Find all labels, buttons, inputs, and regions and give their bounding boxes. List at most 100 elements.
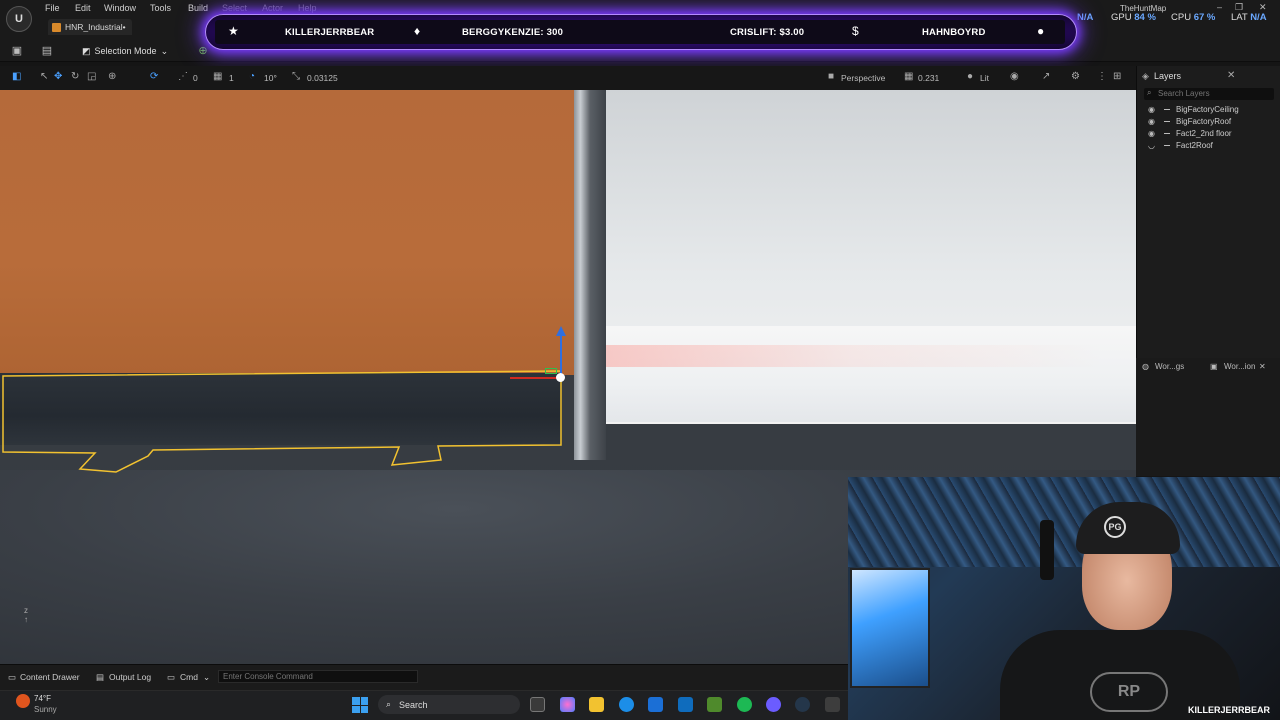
lit-icon[interactable]: ● bbox=[967, 71, 973, 82]
eye-icon[interactable]: ◉ bbox=[1148, 117, 1158, 126]
gizmo-x-axis[interactable] bbox=[510, 377, 560, 379]
shirt-logo: RP bbox=[1090, 672, 1168, 712]
eye-icon[interactable]: ◉ bbox=[1148, 105, 1158, 114]
gizmo-y-axis[interactable] bbox=[545, 368, 557, 374]
add-actor-icon[interactable]: ⊕ bbox=[196, 44, 210, 58]
world-space-icon[interactable]: ⊕ bbox=[108, 71, 116, 82]
layer-item[interactable]: ◉ BigFactoryCeiling bbox=[1148, 103, 1276, 115]
gizmo-z-axis[interactable] bbox=[560, 332, 562, 377]
rotation-snap-value[interactable]: 10° bbox=[264, 73, 277, 83]
layer-label: BigFactoryRoof bbox=[1176, 116, 1232, 126]
weather-temperature[interactable]: 74°F bbox=[34, 694, 51, 703]
close-icon[interactable]: ✕ bbox=[1227, 70, 1235, 81]
tab-world-settings[interactable]: Wor...gs bbox=[1155, 362, 1184, 371]
taskbar-search[interactable]: ⌕ Search bbox=[378, 695, 520, 714]
cmd-dropdown[interactable]: Cmd bbox=[180, 672, 198, 682]
world-settings-icon: ◍ bbox=[1142, 362, 1149, 371]
maximize-icon[interactable]: ❐ bbox=[1235, 2, 1243, 13]
layer-item[interactable]: ◡ Fact2Roof bbox=[1148, 139, 1276, 151]
console-input[interactable] bbox=[218, 670, 418, 683]
angle-snap-value[interactable]: 0 bbox=[193, 73, 198, 83]
stat-gpu-value: 84 % bbox=[1134, 12, 1156, 23]
performance-icon[interactable]: ↗ bbox=[1042, 71, 1050, 82]
lighting-dropdown[interactable]: Lit bbox=[980, 73, 989, 83]
scale-snap-icon[interactable]: ⤡ bbox=[292, 71, 300, 82]
grid-snap-value[interactable]: 1 bbox=[229, 73, 234, 83]
menu-tools[interactable]: Tools bbox=[150, 3, 171, 13]
layers-search-input[interactable] bbox=[1144, 88, 1274, 100]
edge-icon[interactable] bbox=[619, 697, 634, 712]
viewport-options-icon[interactable]: ◧ bbox=[12, 71, 21, 82]
close-window-icon[interactable]: ✕ bbox=[1259, 2, 1267, 13]
menu-edit[interactable]: Edit bbox=[75, 3, 91, 13]
unreal-logo-icon[interactable]: U bbox=[6, 6, 32, 32]
layer-item[interactable]: ◉ BigFactoryRoof bbox=[1148, 115, 1276, 127]
layers-icon: ◈ bbox=[1142, 71, 1149, 81]
camera-speed-icon[interactable]: ▦ bbox=[904, 71, 913, 82]
weather-icon[interactable] bbox=[16, 694, 30, 708]
dash-icon bbox=[1164, 120, 1170, 122]
cap-logo: PG bbox=[1104, 516, 1126, 538]
eye-icon[interactable]: ◉ bbox=[1148, 129, 1158, 138]
layer-item[interactable]: ◉ Fact2_2nd floor bbox=[1148, 127, 1276, 139]
spotify-icon[interactable] bbox=[737, 697, 752, 712]
rotate-tool-icon[interactable]: ↻ bbox=[71, 71, 79, 82]
file-explorer-icon[interactable] bbox=[589, 697, 604, 712]
search-icon: ⌕ bbox=[1147, 88, 1152, 97]
view-mode-dropdown[interactable]: Perspective bbox=[841, 73, 885, 83]
viewport-toolbar bbox=[0, 66, 1136, 90]
stat-cpu: CPU 67 % bbox=[1171, 12, 1215, 23]
outlook-icon[interactable] bbox=[678, 697, 693, 712]
store-icon[interactable] bbox=[648, 697, 663, 712]
select-tool-icon[interactable]: ↖ bbox=[40, 71, 48, 82]
overlay-follower: KILLERJERRBEAR bbox=[285, 27, 375, 38]
save-icon[interactable]: ▣ bbox=[10, 44, 24, 58]
unreal-taskbar-icon[interactable] bbox=[825, 697, 840, 712]
dash-icon bbox=[1164, 132, 1170, 134]
weather-description[interactable]: Sunny bbox=[34, 705, 57, 714]
scale-tool-icon[interactable]: ◲ bbox=[87, 71, 96, 82]
project-tab[interactable]: HNR_Industrial• bbox=[48, 19, 132, 35]
windows-start-icon[interactable] bbox=[352, 697, 368, 713]
eye-hidden-icon[interactable]: ◡ bbox=[1148, 141, 1158, 150]
scale-snap-value[interactable]: 0.03125 bbox=[307, 73, 338, 83]
output-log-button[interactable]: Output Log bbox=[109, 672, 151, 682]
camera-icon[interactable]: ■ bbox=[828, 71, 834, 82]
layer-label: BigFactoryCeiling bbox=[1176, 104, 1239, 114]
user-icon: ● bbox=[1037, 24, 1045, 38]
output-log-icon: ▤ bbox=[96, 672, 105, 682]
minimize-icon[interactable]: – bbox=[1217, 2, 1222, 12]
level-icon bbox=[52, 22, 61, 32]
more-options-icon[interactable]: ⋮ bbox=[1097, 71, 1107, 82]
selection-mode-dropdown[interactable]: ◩ Selection Mode ⌄ bbox=[78, 43, 172, 59]
menu-file[interactable]: File bbox=[45, 3, 60, 13]
menu-window[interactable]: Window bbox=[104, 3, 136, 13]
show-flags-icon[interactable]: ◉ bbox=[1010, 71, 1019, 82]
rotation-snap-toggle-icon[interactable]: ◔ bbox=[249, 71, 255, 82]
surface-snap-icon[interactable]: ⟳ bbox=[150, 71, 158, 82]
layout-icon[interactable]: ⊞ bbox=[1113, 71, 1121, 82]
gizmo-z-arrow-icon[interactable] bbox=[556, 326, 566, 336]
grid-snap-icon[interactable]: ⋰ bbox=[178, 71, 188, 82]
camera-speed-value[interactable]: 0.231 bbox=[918, 73, 939, 83]
gizmo-pivot[interactable] bbox=[556, 373, 565, 382]
content-drawer-button[interactable]: Content Drawer bbox=[20, 672, 80, 682]
task-view-icon[interactable] bbox=[530, 697, 545, 712]
steam-icon[interactable] bbox=[795, 697, 810, 712]
chevron-down-icon: ⌄ bbox=[160, 45, 169, 56]
tab-world-partition[interactable]: Wor...ion bbox=[1224, 362, 1255, 371]
translate-tool-icon[interactable]: ✥ bbox=[54, 71, 62, 82]
rotation-snap-icon[interactable]: ▦ bbox=[213, 71, 222, 82]
minecraft-icon[interactable] bbox=[707, 697, 722, 712]
settings-icon[interactable]: ⚙ bbox=[1071, 71, 1080, 82]
copilot-icon[interactable] bbox=[560, 697, 575, 712]
menu-help[interactable]: Help bbox=[298, 3, 317, 13]
discord-icon[interactable] bbox=[766, 697, 781, 712]
menu-build[interactable]: Build bbox=[188, 3, 208, 13]
menu-actor[interactable]: Actor bbox=[262, 3, 283, 13]
project-tab-label: HNR_Industrial• bbox=[65, 22, 126, 32]
stat-cpu-label: CPU bbox=[1171, 12, 1192, 23]
menu-select[interactable]: Select bbox=[222, 3, 247, 13]
content-browser-icon[interactable]: ▤ bbox=[40, 44, 54, 58]
close-icon[interactable]: ✕ bbox=[1259, 362, 1266, 371]
